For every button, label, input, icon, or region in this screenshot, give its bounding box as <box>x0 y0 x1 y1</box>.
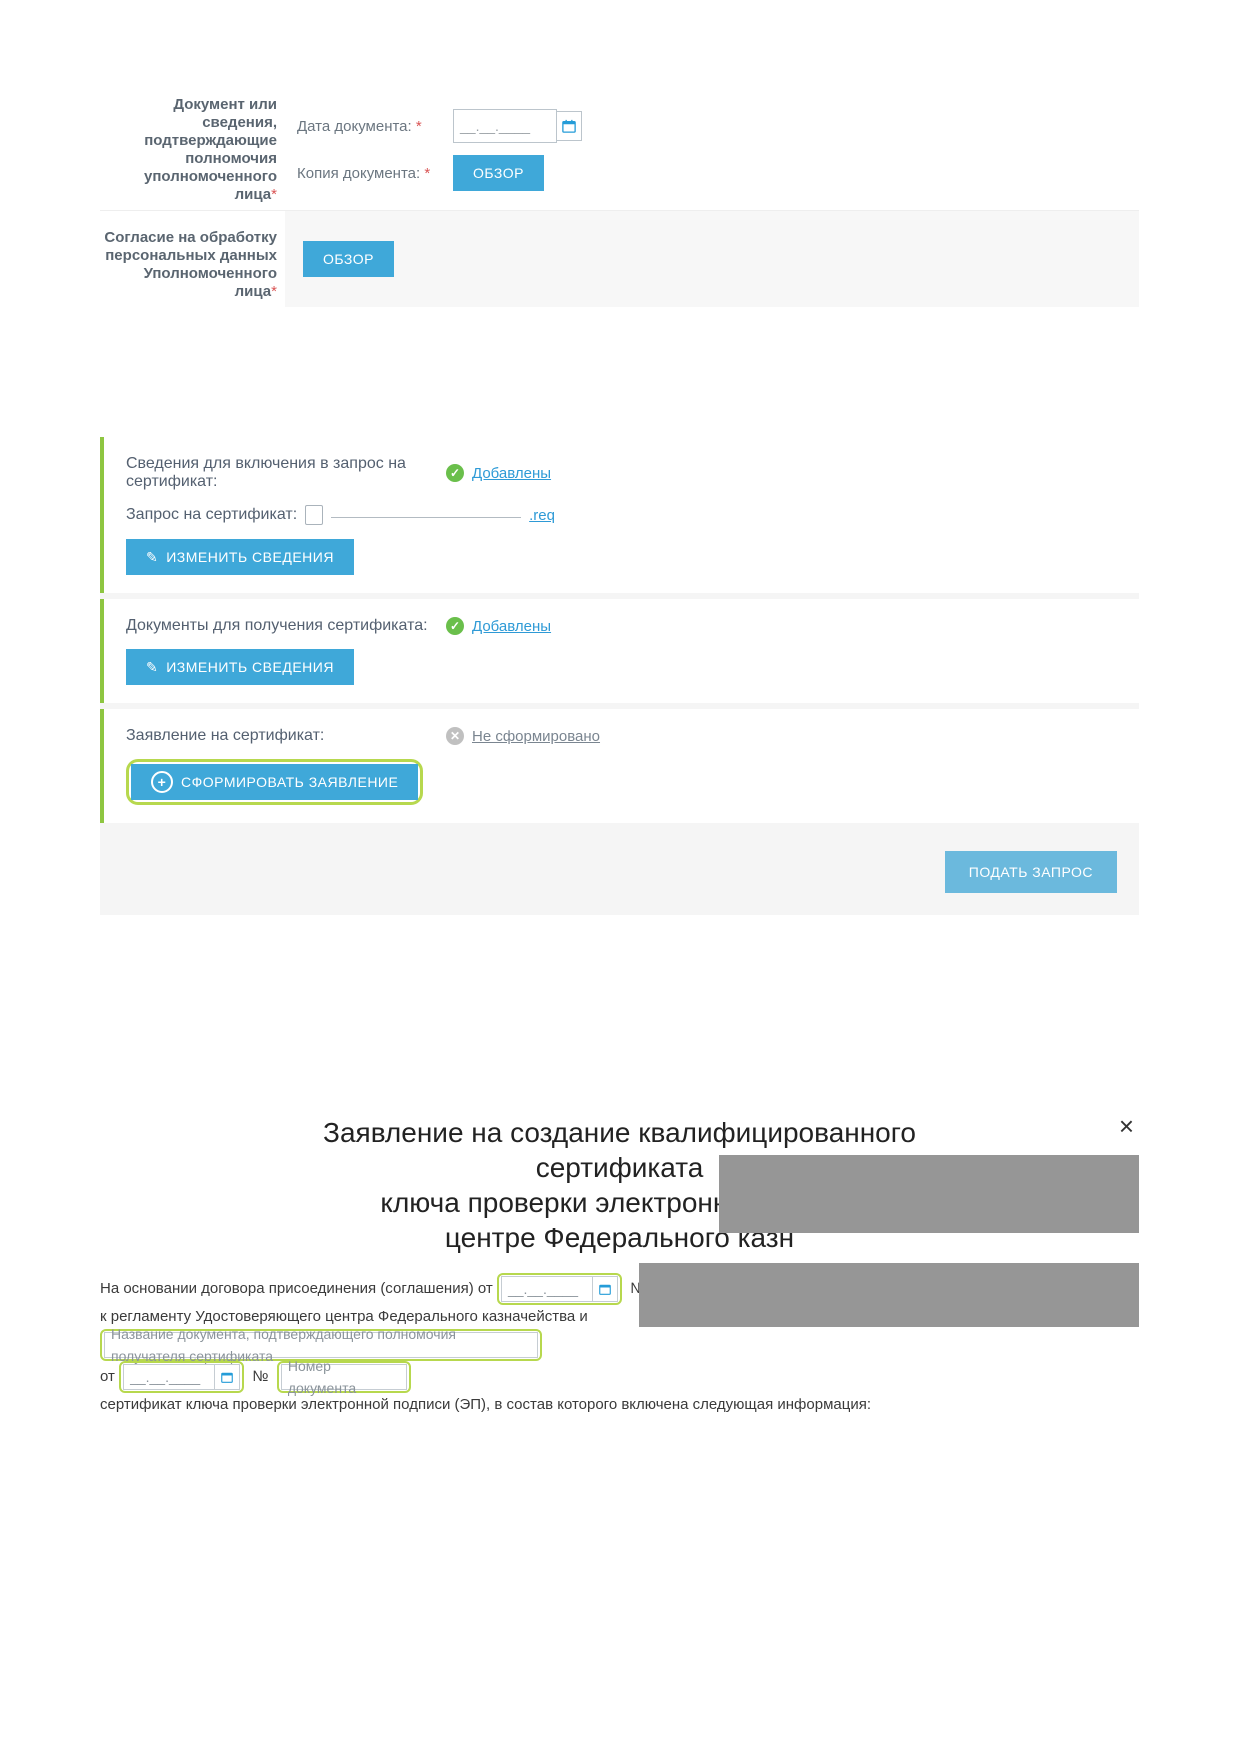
authority-document-date-input[interactable]: __.__.____ <box>123 1364 215 1390</box>
document-name-line: Название документа, подтверждающего полн… <box>100 1329 1139 1361</box>
edit-info-button[interactable]: ИЗМЕНИТЬ СВЕДЕНИЯ <box>126 539 354 575</box>
field-body: Дата документа: * __.__.____ Копия докум… <box>285 90 1139 210</box>
authority-document-number-input[interactable]: Номер документа <box>281 1364 407 1390</box>
field-label: Согласие на обработку персональных данны… <box>100 211 285 307</box>
check-icon: ✓ <box>446 464 464 482</box>
edit-documents-button[interactable]: ИЗМЕНИТЬ СВЕДЕНИЯ <box>126 649 354 685</box>
authority-document-section: Документ или сведения, подтверждающие по… <box>0 0 1239 307</box>
request-status-panel: Сведения для включения в запрос на серти… <box>100 437 1139 915</box>
document-authority-row: Документ или сведения, подтверждающие по… <box>100 90 1139 211</box>
status-link[interactable]: Добавлены <box>472 618 551 635</box>
status-card-application: Заявление на сертификат: ✕ Не сформирова… <box>100 709 1139 823</box>
status-label: Сведения для включения в запрос на серти… <box>126 455 446 491</box>
status-badge-not-formed: ✕ Не сформировано <box>446 727 600 745</box>
calendar-icon[interactable] <box>557 111 582 141</box>
document-date-number-line: от __.__.____ № Номер документа <box>100 1361 1139 1393</box>
field-body: ОБЗОР <box>285 211 1139 307</box>
document-date-input[interactable]: __.__.____ <box>453 109 557 143</box>
document-date-row: Дата документа: * __.__.____ <box>297 109 1127 143</box>
status-card-documents: Документы для получения сертификата: ✓ Д… <box>100 599 1139 703</box>
certificate-info-line: сертификат ключа проверки электронной по… <box>100 1393 1139 1417</box>
agreement-date-input[interactable]: __.__.____ <box>501 1276 593 1302</box>
close-icon[interactable]: × <box>1119 1111 1134 1142</box>
request-file-label: Запрос на сертификат: <box>126 506 297 524</box>
required-asterisk: * <box>271 186 277 203</box>
sub-label: Копия документа: * <box>297 165 439 182</box>
from-label: от <box>100 1368 115 1385</box>
highlight-document-date: __.__.____ <box>119 1361 244 1393</box>
field-label: Документ или сведения, подтверждающие по… <box>100 90 285 210</box>
required-asterisk: * <box>416 118 422 135</box>
request-file-row: Запрос на сертификат: .req <box>126 505 1117 525</box>
redacted-block <box>639 1263 1139 1327</box>
status-link[interactable]: Не сформировано <box>472 728 600 745</box>
status-card-info: Сведения для включения в запрос на серти… <box>100 437 1139 593</box>
status-label: Заявление на сертификат: <box>126 727 446 745</box>
sub-label: Дата документа: * <box>297 118 439 135</box>
label-text: Документ или сведения, подтверждающие по… <box>144 96 277 203</box>
application-form-section: × Заявление на создание квалифицированно… <box>0 1115 1239 1417</box>
submit-bar: ПОДАТЬ ЗАПРОС <box>100 829 1139 915</box>
form-application-button[interactable]: + СФОРМИРОВАТЬ ЗАЯВЛЕНИЕ <box>131 764 418 800</box>
highlight-agreement-date: __.__.____ <box>497 1273 622 1305</box>
label-text: Согласие на обработку персональных данны… <box>104 229 277 300</box>
submit-request-button[interactable]: ПОДАТЬ ЗАПРОС <box>945 851 1117 893</box>
check-icon: ✓ <box>446 617 464 635</box>
highlight-form-application: + СФОРМИРОВАТЬ ЗАЯВЛЕНИЕ <box>126 759 423 805</box>
status-link[interactable]: Добавлены <box>472 465 551 482</box>
status-label: Документы для получения сертификата: <box>126 617 446 635</box>
calendar-icon[interactable] <box>214 1364 240 1390</box>
request-file-link[interactable]: .req <box>529 507 555 524</box>
highlight-document-number: Номер документа <box>277 1361 411 1393</box>
status-badge-added: ✓ Добавлены <box>446 617 551 635</box>
plus-icon: + <box>151 771 173 793</box>
browse-consent-button[interactable]: ОБЗОР <box>303 241 394 277</box>
cross-icon: ✕ <box>446 727 464 745</box>
redacted-block <box>719 1155 1139 1233</box>
pencil-icon <box>146 549 158 566</box>
file-name-placeholder <box>331 513 521 518</box>
required-asterisk: * <box>271 283 277 300</box>
file-icon <box>305 505 323 525</box>
document-copy-row: Копия документа: * ОБЗОР <box>297 155 1127 191</box>
status-badge-added: ✓ Добавлены <box>446 464 551 482</box>
calendar-icon[interactable] <box>592 1276 618 1302</box>
required-asterisk: * <box>424 165 430 182</box>
consent-row: Согласие на обработку персональных данны… <box>100 211 1139 307</box>
number-label: № <box>252 1368 268 1385</box>
pencil-icon <box>146 659 158 676</box>
browse-document-copy-button[interactable]: ОБЗОР <box>453 155 544 191</box>
